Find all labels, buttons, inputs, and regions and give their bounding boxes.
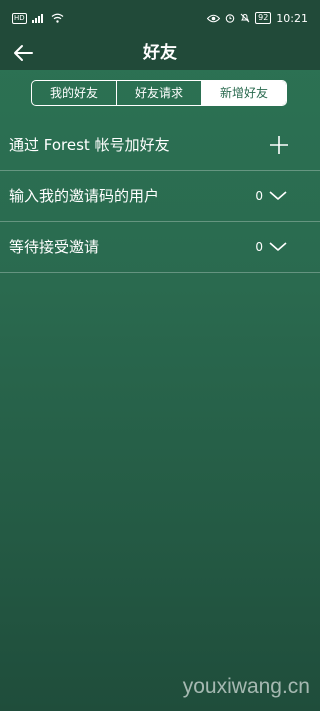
plus-icon[interactable]: [269, 135, 289, 155]
pending-invites-row[interactable]: 等待接受邀请 0: [0, 222, 320, 273]
row-label: 等待接受邀请: [9, 238, 100, 256]
status-bar: HD 92 10:21: [0, 0, 320, 36]
status-left: HD: [12, 12, 64, 24]
row-label: 通过 Forest 帐号加好友: [9, 136, 170, 154]
app-bar: 好友: [0, 36, 320, 70]
status-right: 92 10:21: [207, 12, 308, 25]
tab-bar: 我的好友 好友请求 新增好友: [31, 80, 287, 106]
tab-friend-requests[interactable]: 好友请求: [117, 81, 202, 105]
wifi-icon: [51, 13, 64, 23]
signal-icon: [31, 14, 43, 23]
tab-my-friends[interactable]: 我的好友: [32, 81, 117, 105]
chevron-down-icon[interactable]: [268, 186, 288, 206]
row-count: 0: [255, 189, 263, 203]
add-by-account-row[interactable]: 通过 Forest 帐号加好友: [0, 120, 320, 171]
alarm-icon: [225, 14, 235, 23]
eye-icon: [207, 14, 221, 22]
row-label: 输入我的邀请码的用户: [9, 187, 160, 205]
tab-add-friends[interactable]: 新增好友: [202, 81, 286, 105]
invited-users-row[interactable]: 输入我的邀请码的用户 0: [0, 171, 320, 222]
chevron-down-icon[interactable]: [268, 237, 288, 257]
watermark: youxiwang.cn: [182, 675, 310, 698]
page-title: 好友: [143, 43, 177, 63]
battery-indicator: 92: [255, 12, 272, 24]
row-count: 0: [255, 240, 263, 254]
hd-badge: HD: [12, 12, 27, 24]
mute-icon: [240, 13, 250, 23]
status-time: 10:21: [276, 11, 308, 25]
